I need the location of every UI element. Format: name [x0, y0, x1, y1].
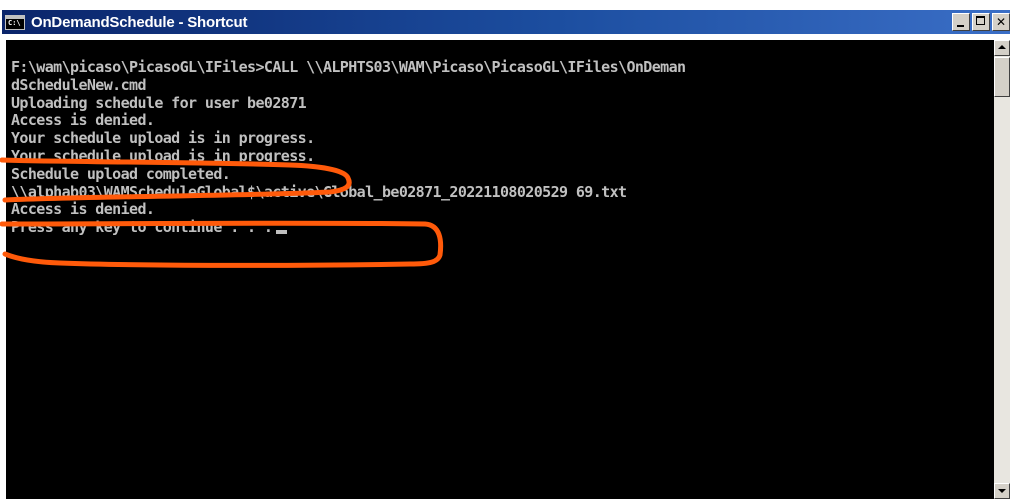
- console-window: C:\ OnDemandSchedule - Shortcut ✕ F:\wam…: [0, 0, 1010, 499]
- console-line: Access is denied.: [11, 200, 155, 219]
- console-output[interactable]: F:\wam\picaso\PicasoGL\IFiles>CALL \\ALP…: [6, 40, 994, 499]
- console-line: \\alphab03\WAMScheduleGlobal$\active\Glo…: [11, 182, 627, 201]
- close-icon: ✕: [995, 15, 1007, 29]
- console-line: Uploading schedule for user be02871: [11, 93, 307, 112]
- console-line: Access is denied.: [11, 111, 155, 130]
- console-icon[interactable]: C:\: [5, 14, 25, 30]
- console-line: dScheduleNew.cmd: [11, 75, 147, 94]
- close-button[interactable]: ✕: [992, 13, 1010, 31]
- console-icon-label: C:\: [8, 18, 21, 27]
- console-prompt-text: Press any key to continue . . .: [11, 218, 273, 237]
- console-line: Your schedule upload is in progress.: [11, 146, 315, 165]
- scroll-thumb[interactable]: [994, 57, 1010, 97]
- minimize-button[interactable]: [952, 13, 970, 31]
- maximize-button[interactable]: [972, 13, 990, 31]
- console-prompt-line: Press any key to continue . . .: [11, 218, 685, 237]
- scroll-up-button[interactable]: [994, 40, 1010, 56]
- minimize-icon: [957, 25, 964, 27]
- window-title: OnDemandSchedule - Shortcut: [31, 13, 248, 31]
- scroll-down-button[interactable]: [994, 483, 1010, 499]
- console-line: Schedule upload completed.: [11, 164, 231, 183]
- console-lines: F:\wam\picaso\PicasoGL\IFiles>CALL \\ALP…: [11, 58, 686, 237]
- maximize-icon: [976, 16, 985, 25]
- vertical-scrollbar[interactable]: [994, 40, 1010, 499]
- text-cursor: [276, 230, 288, 235]
- title-bar[interactable]: C:\ OnDemandSchedule - Shortcut ✕: [2, 10, 1010, 34]
- console-line: F:\wam\picaso\PicasoGL\IFiles>CALL \\ALP…: [11, 58, 686, 76]
- window-controls: ✕: [952, 13, 1010, 31]
- console-line: Your schedule upload is in progress.: [11, 129, 315, 148]
